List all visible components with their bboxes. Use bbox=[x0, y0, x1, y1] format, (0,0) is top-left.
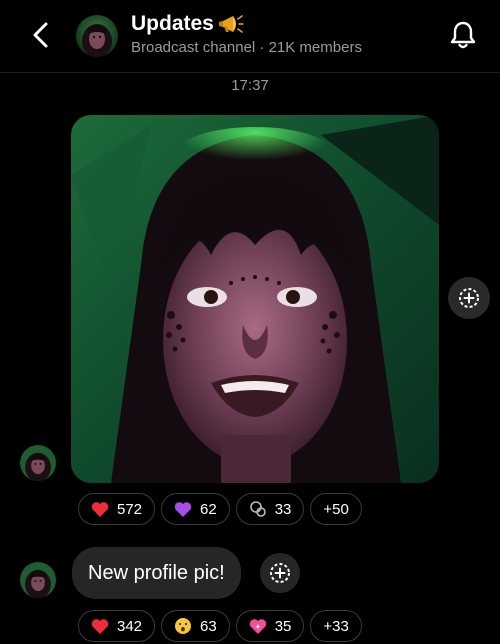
red-heart-icon bbox=[91, 501, 109, 517]
channel-subtitle: Broadcast channel · 21K members bbox=[131, 39, 362, 56]
sender-avatar[interactable] bbox=[20, 445, 56, 481]
reaction-chip[interactable]: 35 bbox=[235, 610, 305, 642]
megaphone-icon bbox=[218, 15, 244, 33]
sparkling-heart-icon bbox=[249, 618, 266, 634]
reaction-icon bbox=[249, 501, 266, 517]
reaction-count: 342 bbox=[117, 617, 143, 635]
channel-screen: Updates Broadcast channel · 21K members … bbox=[0, 0, 500, 644]
channel-header: Updates Broadcast channel · 21K members bbox=[0, 0, 500, 72]
post-photo[interactable] bbox=[71, 115, 439, 483]
purple-heart-icon bbox=[174, 501, 192, 517]
channel-avatar[interactable] bbox=[76, 15, 118, 57]
message-share-button[interactable] bbox=[260, 553, 300, 593]
notifications-button[interactable] bbox=[446, 18, 480, 52]
reaction-count: 62 bbox=[200, 500, 217, 518]
reaction-count: 572 bbox=[117, 500, 143, 518]
channel-title: Updates bbox=[131, 12, 214, 35]
post-share-button[interactable] bbox=[448, 277, 490, 319]
sender-avatar[interactable] bbox=[20, 562, 56, 598]
reaction-count: 35 bbox=[274, 617, 292, 635]
red-heart-icon bbox=[91, 618, 109, 634]
message-bubble[interactable]: New profile pic! bbox=[72, 547, 241, 599]
reaction-chip[interactable]: 33 bbox=[235, 493, 305, 525]
more-reactions-chip[interactable]: +33 bbox=[310, 610, 362, 642]
chevron-left-icon bbox=[33, 22, 48, 48]
reaction-chip[interactable]: 63 bbox=[161, 610, 230, 642]
reaction-count: 33 bbox=[274, 500, 292, 518]
message-reactions: 342 63 35 +33 bbox=[78, 610, 362, 642]
message-text: New profile pic! bbox=[88, 561, 225, 584]
reaction-count: +33 bbox=[323, 617, 349, 635]
add-circle-icon bbox=[459, 288, 479, 308]
header-title-block[interactable]: Updates Broadcast channel · 21K members bbox=[131, 12, 362, 56]
more-reactions-chip[interactable]: +50 bbox=[310, 493, 362, 525]
reaction-count: +50 bbox=[323, 500, 349, 518]
back-button[interactable] bbox=[24, 18, 58, 52]
message-timestamp: 17:37 bbox=[231, 77, 269, 94]
reaction-chip[interactable]: 342 bbox=[78, 610, 156, 642]
post-reactions: 572 62 33 +50 bbox=[78, 493, 362, 525]
reaction-count: 63 bbox=[200, 617, 217, 635]
surprised-face-icon bbox=[175, 618, 192, 634]
reaction-chip[interactable]: 572 bbox=[78, 493, 156, 525]
bell-icon bbox=[450, 21, 476, 49]
reaction-chip[interactable]: 62 bbox=[161, 493, 230, 525]
add-circle-icon bbox=[270, 563, 290, 583]
header-divider bbox=[0, 72, 500, 73]
